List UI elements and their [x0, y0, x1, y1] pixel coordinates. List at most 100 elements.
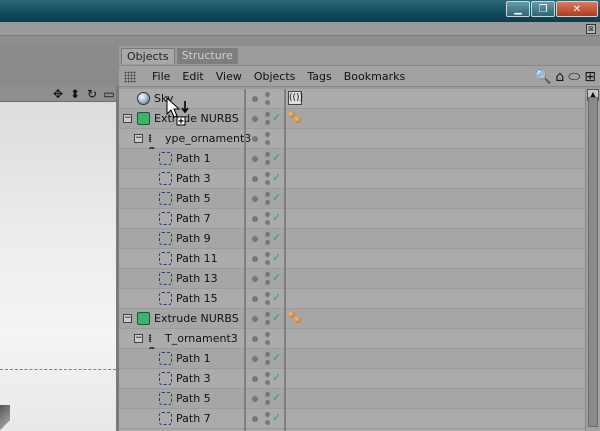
- editor-visibility-dot-upper[interactable]: [265, 192, 270, 197]
- object-name[interactable]: Path 7: [176, 411, 211, 427]
- object-name[interactable]: ype_ornament3: [165, 131, 251, 147]
- object-name[interactable]: Extrude NURBS: [154, 311, 239, 327]
- enabled-check-icon[interactable]: ✓: [272, 191, 281, 204]
- object-name[interactable]: Path 1: [176, 351, 211, 367]
- minimize-button[interactable]: ▁: [506, 1, 530, 17]
- tree-row[interactable]: Path 1 ✓: [119, 149, 585, 169]
- column-divider-name[interactable]: [244, 89, 246, 431]
- tree-row[interactable]: Path 15 ✓: [119, 289, 585, 309]
- editor-visibility-dot-upper[interactable]: [265, 272, 270, 277]
- collapse-toggle-icon[interactable]: −: [134, 134, 143, 143]
- object-name[interactable]: Path 1: [176, 151, 211, 167]
- collapse-toggle-icon[interactable]: −: [123, 314, 132, 323]
- search-icon[interactable]: 🔍: [534, 69, 551, 85]
- render-visibility-dot[interactable]: [265, 100, 270, 105]
- render-visibility-dot[interactable]: [265, 180, 270, 185]
- editor-visibility-dot[interactable]: [252, 216, 258, 222]
- layout-corner-icon[interactable]: ⊠: [586, 24, 596, 34]
- editor-visibility-dot[interactable]: [252, 96, 258, 102]
- enabled-check-icon[interactable]: ✓: [272, 151, 281, 164]
- object-name[interactable]: Path 9: [176, 231, 211, 247]
- editor-visibility-dot[interactable]: [252, 176, 258, 182]
- menu-edit[interactable]: Edit: [176, 66, 209, 88]
- menu-file[interactable]: File: [146, 66, 176, 88]
- render-visibility-dot[interactable]: [265, 160, 270, 165]
- editor-visibility-dot-upper[interactable]: [265, 352, 270, 357]
- object-name[interactable]: Path 15: [176, 291, 218, 307]
- editor-visibility-dot[interactable]: [252, 276, 258, 282]
- editor-visibility-dot-upper[interactable]: [265, 92, 270, 97]
- tree-row[interactable]: −⁞0 T_ornament3: [119, 329, 585, 358]
- scroll-thumb[interactable]: [588, 97, 598, 427]
- editor-visibility-dot-upper[interactable]: [265, 372, 270, 377]
- phong-tag-icon[interactable]: [288, 310, 302, 324]
- editor-visibility-dot[interactable]: [252, 296, 258, 302]
- tree-scrollbar[interactable]: ▲: [585, 89, 600, 431]
- render-visibility-dot[interactable]: [265, 400, 270, 405]
- menu-bookmarks[interactable]: Bookmarks: [338, 66, 411, 88]
- render-visibility-dot[interactable]: [265, 380, 270, 385]
- render-visibility-dot[interactable]: [265, 140, 270, 145]
- editor-visibility-dot-upper[interactable]: [265, 232, 270, 237]
- object-name[interactable]: Path 7: [176, 211, 211, 227]
- editor-visibility-dot-upper[interactable]: [265, 392, 270, 397]
- editor-visibility-dot-upper[interactable]: [265, 332, 270, 337]
- enabled-check-icon[interactable]: ✓: [272, 411, 281, 424]
- tree-row[interactable]: Path 3 ✓: [119, 169, 585, 189]
- tree-row[interactable]: Path 9 ✓: [119, 229, 585, 249]
- render-visibility-dot[interactable]: [265, 240, 270, 245]
- enabled-check-icon[interactable]: ✓: [272, 351, 281, 364]
- render-visibility-dot[interactable]: [265, 300, 270, 305]
- phong-tag-icon[interactable]: [288, 110, 302, 124]
- editor-visibility-dot[interactable]: [252, 196, 258, 202]
- render-visibility-dot[interactable]: [265, 420, 270, 425]
- maximize-icon[interactable]: ▭: [102, 87, 116, 101]
- editor-visibility-dot[interactable]: [252, 156, 258, 162]
- menu-view[interactable]: View: [210, 66, 248, 88]
- home-icon[interactable]: ⌂: [555, 69, 564, 85]
- tree-row[interactable]: Path 7 ✓: [119, 409, 585, 429]
- enabled-check-icon[interactable]: ✓: [272, 111, 281, 124]
- tree-row[interactable]: − Extrude NURBS ✓: [119, 309, 585, 329]
- editor-visibility-dot[interactable]: [252, 256, 258, 262]
- render-visibility-dot[interactable]: [265, 320, 270, 325]
- object-name[interactable]: Path 3: [176, 171, 211, 187]
- object-name[interactable]: Path 3: [176, 371, 211, 387]
- object-name[interactable]: Path 5: [176, 391, 211, 407]
- editor-visibility-dot[interactable]: [252, 336, 258, 342]
- editor-visibility-dot[interactable]: [252, 136, 258, 142]
- object-name[interactable]: Path 5: [176, 191, 211, 207]
- render-visibility-dot[interactable]: [265, 360, 270, 365]
- editor-visibility-dot-upper[interactable]: [265, 312, 270, 317]
- editor-visibility-dot-upper[interactable]: [265, 212, 270, 217]
- tree-row[interactable]: Path 13 ✓: [119, 269, 585, 289]
- tab-structure[interactable]: Structure: [176, 48, 238, 64]
- restore-button[interactable]: ❐: [531, 1, 555, 17]
- tree-row[interactable]: Path 11 ✓: [119, 249, 585, 269]
- close-button[interactable]: ✕: [556, 1, 598, 17]
- object-name[interactable]: Path 13: [176, 271, 218, 287]
- object-name[interactable]: Path 11: [176, 251, 218, 267]
- tree-row[interactable]: Path 7 ✓: [119, 209, 585, 229]
- collapse-toggle-icon[interactable]: −: [134, 334, 143, 343]
- editor-visibility-dot-upper[interactable]: [265, 412, 270, 417]
- column-divider-flags[interactable]: [284, 89, 286, 431]
- menu-objects[interactable]: Objects: [248, 66, 302, 88]
- editor-visibility-dot[interactable]: [252, 376, 258, 382]
- editor-visibility-dot[interactable]: [252, 236, 258, 242]
- tree-row[interactable]: Path 5 ✓: [119, 389, 585, 409]
- new-manager-icon[interactable]: ⊞: [584, 69, 596, 85]
- tree-row[interactable]: Path 1 ✓: [119, 349, 585, 369]
- tree-row[interactable]: Path 5 ✓: [119, 189, 585, 209]
- enabled-check-icon[interactable]: ✓: [272, 311, 281, 324]
- editor-visibility-dot[interactable]: [252, 356, 258, 362]
- tree-row[interactable]: Path 3 ✓: [119, 369, 585, 389]
- enabled-check-icon[interactable]: ✓: [272, 371, 281, 384]
- panel-grip-handle[interactable]: [124, 71, 136, 83]
- object-name[interactable]: T_ornament3: [165, 331, 238, 347]
- render-visibility-dot[interactable]: [265, 200, 270, 205]
- tree-row[interactable]: −⁞0 ype_ornament3: [119, 129, 585, 158]
- enabled-check-icon[interactable]: ✓: [272, 251, 281, 264]
- move-icon[interactable]: ✥: [51, 87, 65, 101]
- rotate-icon[interactable]: ↻: [85, 87, 99, 101]
